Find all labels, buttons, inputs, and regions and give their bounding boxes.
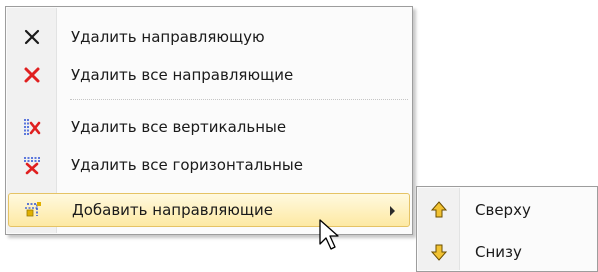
- menu-item-label: Удалить все направляющие: [71, 66, 294, 84]
- menu-item-label: Удалить все горизонтальные: [71, 156, 303, 174]
- menu-item-delete-guide[interactable]: Удалить направляющую: [8, 20, 410, 54]
- close-x-icon: [8, 20, 56, 54]
- arrow-up-icon: [419, 193, 459, 227]
- delete-horizontal-guides-icon: [8, 148, 56, 182]
- submenu-item-label: Сверху: [475, 201, 531, 219]
- delete-vertical-guides-icon: [8, 110, 56, 144]
- submenu-arrow-icon: [390, 206, 395, 216]
- menu-item-delete-all-guides[interactable]: Удалить все направляющие: [8, 58, 410, 92]
- red-x-icon: [8, 58, 56, 92]
- menu-separator: [70, 99, 408, 100]
- menu-item-label: Добавить направляющие: [72, 201, 273, 219]
- menu-item-delete-vertical[interactable]: Удалить все вертикальные: [8, 110, 410, 144]
- submenu: Сверху Снизу: [416, 186, 598, 272]
- menu-item-label: Удалить направляющую: [71, 28, 265, 46]
- submenu-item-label: Снизу: [475, 243, 522, 261]
- menu-item-add-guides[interactable]: Добавить направляющие: [8, 193, 410, 227]
- add-guides-icon: [9, 193, 57, 227]
- arrow-down-icon: [419, 235, 459, 269]
- submenu-item-bottom[interactable]: Снизу: [419, 235, 595, 269]
- mouse-cursor-icon: [319, 219, 339, 250]
- context-menu: Удалить направляющую Удалить все направл…: [5, 6, 413, 235]
- menu-item-delete-horizontal[interactable]: Удалить все горизонтальные: [8, 148, 410, 182]
- submenu-item-top[interactable]: Сверху: [419, 193, 595, 227]
- menu-item-label: Удалить все вертикальные: [71, 118, 287, 136]
